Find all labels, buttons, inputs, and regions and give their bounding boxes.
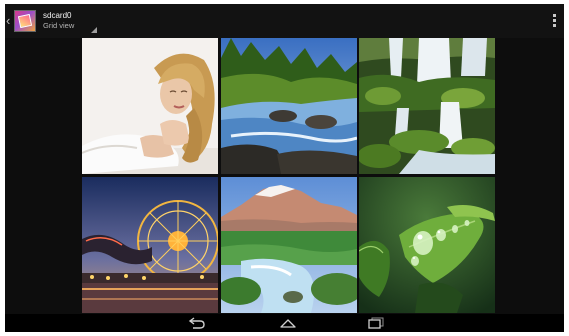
photo-tile-ferris-wheel-night[interactable] bbox=[82, 177, 218, 313]
overflow-dot bbox=[553, 14, 556, 17]
dropdown-corner-icon bbox=[91, 27, 97, 33]
photo-tile-woman-portrait[interactable] bbox=[82, 38, 218, 174]
forest-river-image bbox=[221, 38, 357, 174]
album-title: sdcard0 bbox=[43, 11, 72, 20]
photo-grid bbox=[82, 38, 495, 314]
back-icon[interactable] bbox=[177, 314, 217, 332]
overflow-dot bbox=[553, 24, 556, 27]
photo-tile-forest-river[interactable] bbox=[221, 38, 357, 174]
mossy-waterfall-image bbox=[359, 38, 495, 174]
ferris-wheel-night-image bbox=[82, 177, 218, 313]
album-thumbnail[interactable] bbox=[14, 10, 36, 32]
action-bar: ‹ sdcard0 Grid view bbox=[5, 4, 564, 38]
gallery-screen: ‹ sdcard0 Grid view bbox=[5, 4, 564, 332]
overflow-menu-icon[interactable] bbox=[550, 13, 558, 29]
photo-tile-snowy-mountain-stream[interactable] bbox=[221, 177, 357, 313]
green-leaf-dewdrops-image bbox=[359, 177, 495, 313]
woman-portrait-image bbox=[82, 38, 218, 174]
recent-apps-icon[interactable] bbox=[356, 314, 396, 332]
up-caret-icon[interactable]: ‹ bbox=[6, 14, 14, 28]
overflow-dot bbox=[553, 19, 556, 22]
navigation-bar bbox=[5, 314, 564, 332]
home-icon[interactable] bbox=[268, 314, 308, 332]
photo-tile-green-leaf-dewdrops[interactable] bbox=[359, 177, 495, 313]
view-mode-label: Grid view bbox=[43, 21, 75, 30]
photo-tile-mossy-waterfall[interactable] bbox=[359, 38, 495, 174]
snowy-mountain-stream-image bbox=[221, 177, 357, 313]
